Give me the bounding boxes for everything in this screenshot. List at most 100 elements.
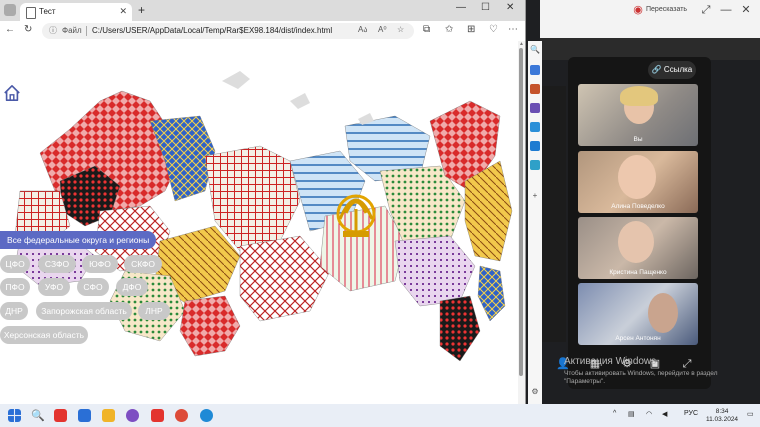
tray-app-icon[interactable]: ▤: [628, 410, 635, 418]
participant-name: Вы: [633, 136, 643, 143]
notifications-icon[interactable]: ▭: [747, 410, 754, 418]
outlook-icon[interactable]: [530, 141, 540, 151]
address-label: Файл: [62, 26, 82, 35]
extensions-icon[interactable]: ♡: [489, 24, 498, 35]
mail-icon[interactable]: [78, 409, 91, 422]
clock-date: 11.03.2024: [706, 416, 739, 423]
minimize-icon[interactable]: —: [720, 4, 732, 16]
expand-icon[interactable]: ⤢: [700, 4, 712, 16]
windows-start-icon[interactable]: [8, 409, 21, 422]
toolbox-icon[interactable]: [530, 84, 540, 94]
district-button-szfo[interactable]: СЗФО: [38, 255, 76, 273]
minimize-button[interactable]: —: [456, 2, 466, 13]
scroll-thumb[interactable]: [519, 48, 523, 376]
browser-tab[interactable]: Тест ✕: [20, 3, 132, 21]
text-size-icon[interactable]: A⁰: [378, 25, 387, 34]
refresh-icon[interactable]: ↻: [24, 24, 32, 35]
favorite-star-icon[interactable]: ☆: [397, 25, 404, 34]
back-icon[interactable]: ←: [5, 24, 15, 35]
scroll-up-icon[interactable]: ▲: [518, 41, 525, 47]
district-button-skfo[interactable]: СКФО: [124, 255, 162, 273]
region-button-lnr[interactable]: ЛНР: [138, 302, 170, 320]
participant-hair: [620, 86, 658, 106]
record-icon[interactable]: ◉: [632, 4, 644, 16]
profile-icon[interactable]: [4, 4, 16, 16]
region-button-kherson[interactable]: Херсонская область: [0, 326, 88, 344]
tab-close-icon[interactable]: ✕: [119, 6, 127, 17]
district-button-ufo[interactable]: УФО: [38, 278, 70, 296]
tag-icon[interactable]: [530, 65, 540, 75]
all-regions-button[interactable]: Все федеральные округа и регионы: [0, 231, 157, 249]
chrome-icon[interactable]: [175, 409, 188, 422]
url-text[interactable]: C:/Users/USER/AppData/Local/Temp/Rar$EX9…: [92, 26, 332, 35]
close-button[interactable]: ✕: [506, 2, 514, 13]
russia-ornament-map[interactable]: [0, 41, 518, 404]
url-field[interactable]: ⓘ Файл C:/Users/USER/AppData/Local/Temp/…: [42, 23, 414, 39]
address-bar: ← ↻ ⓘ Файл C:/Users/USER/AppData/Local/T…: [0, 21, 525, 42]
participant-face: [618, 221, 654, 263]
video-call-left-panel: [540, 86, 566, 342]
close-icon[interactable]: ✕: [740, 4, 752, 16]
copilot-icon[interactable]: [530, 122, 540, 132]
add-icon[interactable]: +: [530, 191, 540, 201]
background-app-toolbar: [540, 20, 760, 39]
volume-icon[interactable]: ◀: [662, 410, 667, 418]
windows-taskbar: 🔍 ^ ▤ ◠ ◀ РУС 8:34 11.03.2024 ▭: [0, 404, 760, 427]
drop-icon[interactable]: [530, 160, 540, 170]
viber-icon[interactable]: [126, 409, 139, 422]
district-button-sfo[interactable]: СФО: [77, 278, 109, 296]
map-regions: [14, 90, 513, 362]
link-button[interactable]: 🔗 Ссылка: [648, 61, 696, 79]
yandex-icon[interactable]: [54, 409, 67, 422]
more-menu-icon[interactable]: ⋯: [508, 24, 518, 35]
tab-title: Тест: [39, 7, 56, 16]
browser-sidebar: 🔍 + ⚙: [528, 41, 542, 404]
favorites-icon[interactable]: ✩: [445, 24, 453, 35]
participant-tile[interactable]: Арсен Антонян: [578, 283, 698, 345]
folder-icon[interactable]: [102, 409, 115, 422]
participant-face: [618, 155, 656, 199]
link-icon: 🔗: [651, 65, 664, 74]
fullscreen-icon[interactable]: ⤢: [680, 357, 694, 371]
clock-time: 8:34: [715, 408, 729, 415]
address-separator: [86, 26, 87, 36]
browser-window: Тест ✕ + — ☐ ✕ ← ↻ ⓘ Файл C:/Users/USER/…: [0, 0, 526, 404]
search-taskbar-icon[interactable]: 🔍: [31, 409, 45, 422]
district-button-pfo[interactable]: ПФО: [0, 278, 30, 296]
participant-name: Алина Поведелко: [611, 203, 665, 210]
yandex-browser-icon[interactable]: [151, 409, 164, 422]
participant-name: Кристина Пащенко: [609, 269, 667, 276]
split-screen-icon[interactable]: ⧉: [423, 24, 430, 35]
tab-bar: Тест ✕ + — ☐ ✕: [0, 0, 525, 21]
participant-tile[interactable]: Кристина Пащенко: [578, 217, 698, 279]
read-aloud-icon[interactable]: Aა: [358, 25, 367, 34]
edge-icon[interactable]: [200, 409, 213, 422]
clock[interactable]: 8:34 11.03.2024: [706, 408, 738, 424]
language-indicator[interactable]: РУС: [684, 410, 698, 417]
page-content: Все федеральные округа и регионы ЦФО СЗФ…: [0, 41, 518, 404]
region-button-dnr[interactable]: ДНР: [0, 302, 28, 320]
page-icon: [26, 7, 36, 19]
search-icon[interactable]: 🔍: [530, 45, 540, 55]
region-button-zaporozhye[interactable]: Запорожская область: [36, 302, 132, 320]
windows-activation-title: Активация Windows: [564, 356, 657, 367]
info-icon: ⓘ: [49, 26, 57, 35]
link-button-label: Ссылка: [663, 65, 693, 74]
map-islands: [222, 71, 374, 125]
windows-activation-hint: Чтобы активировать Windows, перейдите в …: [564, 370, 718, 385]
tray-chevron-icon[interactable]: ^: [613, 410, 616, 417]
new-tab-button[interactable]: +: [138, 3, 145, 17]
district-button-yufo[interactable]: ЮФО: [82, 255, 118, 273]
district-button-cfo[interactable]: ЦФО: [0, 255, 30, 273]
district-button-dfo[interactable]: ДФО: [116, 278, 148, 296]
participant-face: [648, 293, 678, 333]
collections-icon[interactable]: ⊞: [467, 24, 475, 35]
games-icon[interactable]: [530, 103, 540, 113]
maximize-button[interactable]: ☐: [481, 2, 490, 13]
participant-tile[interactable]: Вы: [578, 84, 698, 146]
share-button[interactable]: Пересказать: [646, 4, 687, 16]
wifi-icon[interactable]: ◠: [646, 410, 652, 418]
participant-tile[interactable]: Алина Поведелко: [578, 151, 698, 213]
sidebar-settings-icon[interactable]: ⚙: [530, 387, 540, 397]
background-app-titlebar: ◉ Пересказать ⤢ — ✕: [540, 0, 760, 20]
